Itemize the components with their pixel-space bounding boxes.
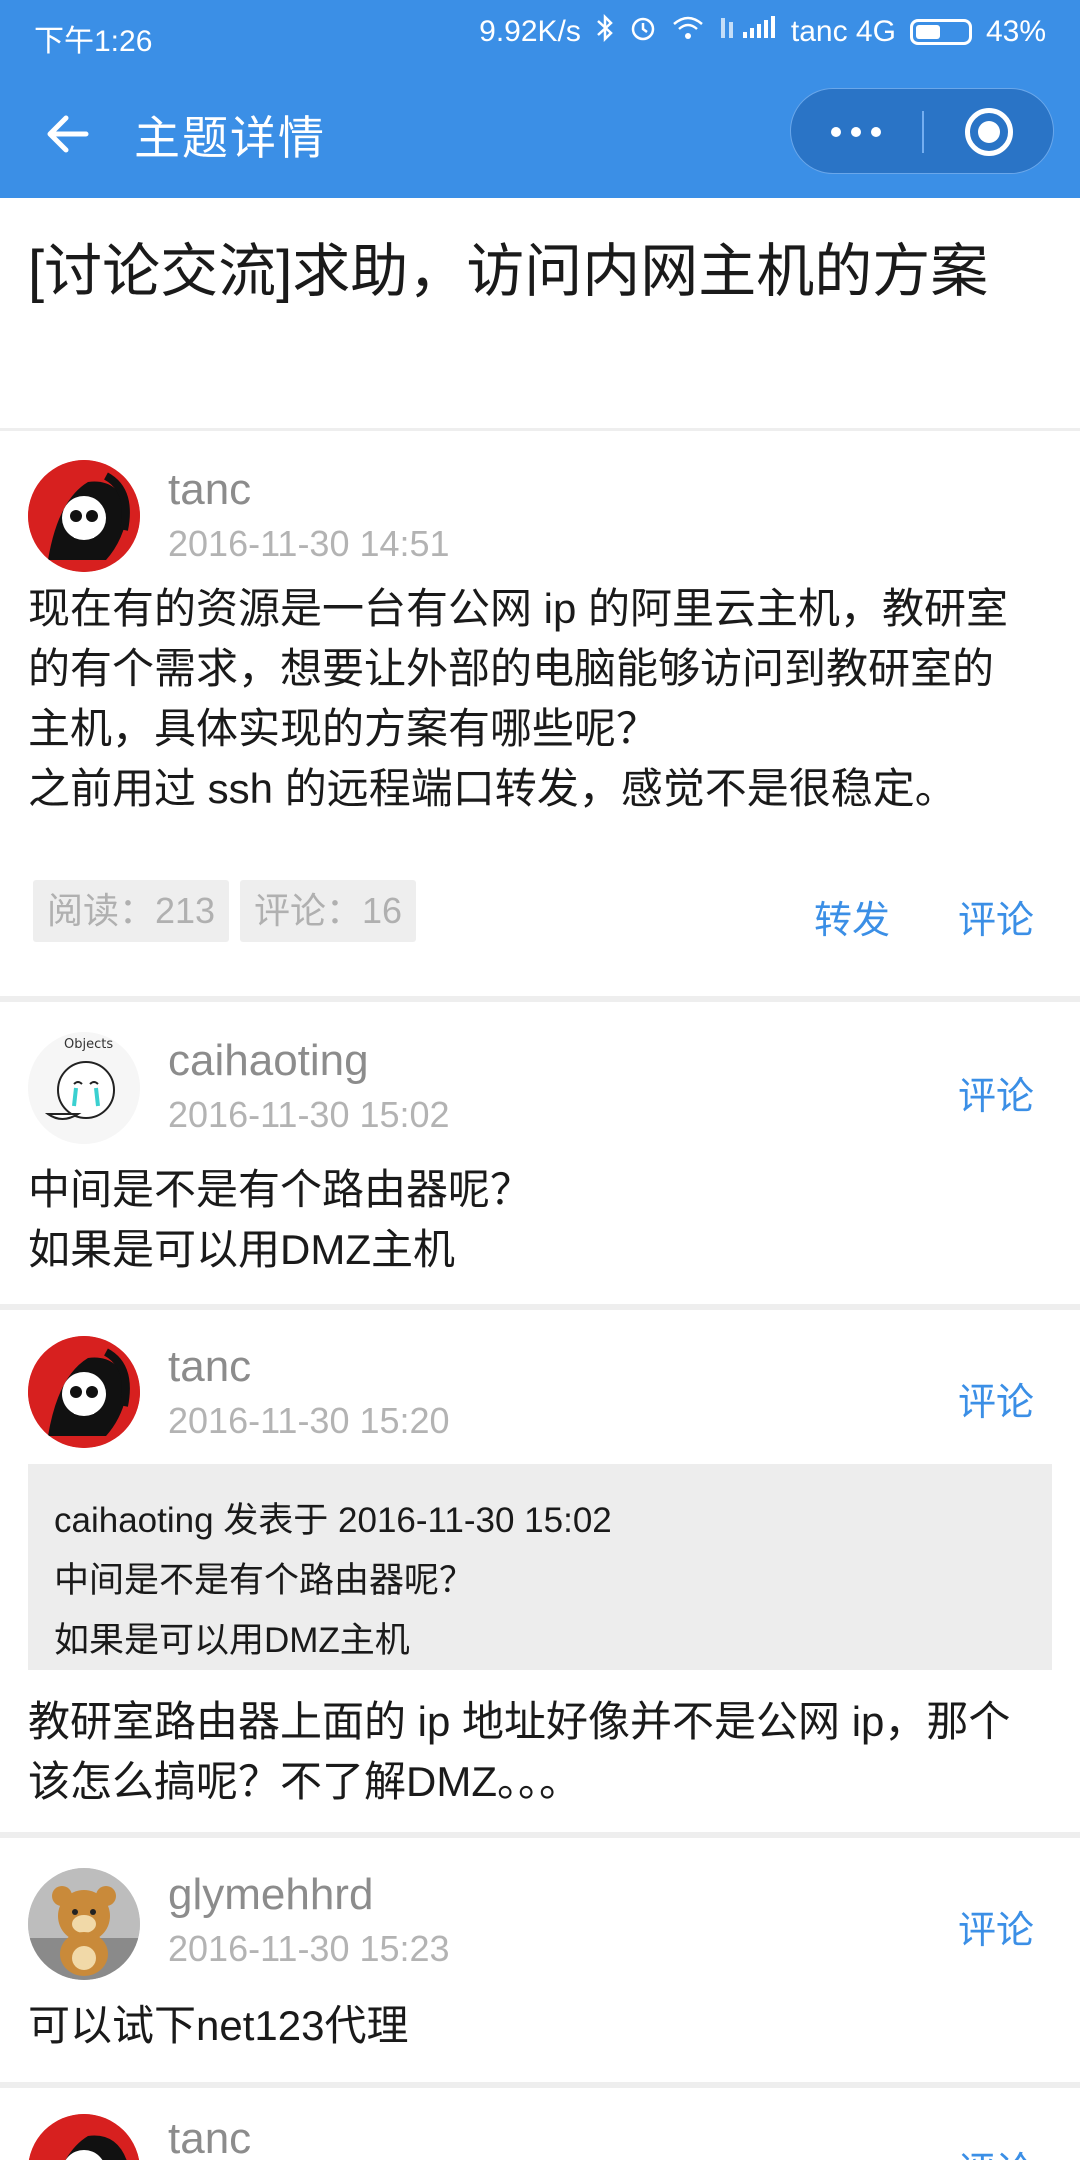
carrier-label: tanc 4G	[790, 15, 896, 48]
bluetooth-icon	[595, 13, 615, 50]
comment-button[interactable]: 评论	[958, 1899, 1034, 1954]
main-post: tanc 2016-11-30 14:51 现在有的资源是一台有公网 ip 的阿…	[0, 431, 1080, 996]
author-name: tanc	[168, 2114, 252, 2160]
author-name: glymehhrd	[168, 1870, 374, 1919]
avatar-label: Objects	[64, 1037, 113, 1052]
reply-item: tanc 评论	[0, 2088, 1080, 2160]
wifi-icon	[671, 14, 705, 50]
avatar[interactable]	[28, 460, 140, 572]
author-name: tanc	[168, 465, 252, 514]
author-name: caihaoting	[168, 1036, 369, 1085]
record-circle-icon[interactable]	[924, 89, 1054, 175]
alarm-icon	[629, 14, 657, 50]
forward-button[interactable]: 转发	[814, 889, 890, 944]
comment-button[interactable]: 评论	[958, 889, 1034, 944]
post-stats: 阅读：213 评论：16	[33, 880, 633, 942]
quote-block: caihaoting 发表于 2016-11-30 15:02 中间是不是有个路…	[28, 1464, 1052, 1670]
post-date: 2016-11-30 14:51	[168, 523, 450, 564]
status-right: 9.92K/s tanc 4G 43%	[479, 13, 1046, 50]
quote-header: caihaoting 发表于 2016-11-30 15:02	[54, 1501, 612, 1540]
network-speed: 9.92K/s	[479, 15, 581, 48]
page-title: 主题详情	[134, 112, 326, 164]
quote-line: 中间是不是有个路由器呢？	[54, 1561, 475, 1600]
read-count: 阅读：213	[33, 880, 230, 942]
status-time: 下午1:26	[34, 25, 153, 58]
reply-content: 中间是不是有个路由器呢？ 如果是可以用DMZ主机	[28, 1166, 533, 1273]
battery-percent: 43%	[985, 15, 1046, 48]
avatar[interactable]	[28, 1336, 140, 1448]
post-date: 2016-11-30 15:02	[168, 1094, 450, 1135]
signal-icon	[719, 14, 777, 50]
battery-icon	[909, 19, 972, 45]
post-content: 现在有的资源是一台有公网 ip 的阿里云主机，教研室 的有个需求，想要让外部的电…	[28, 585, 1009, 812]
top-bar: 下午1:26 9.92K/s tanc 4G 43% 主题详情	[0, 0, 1080, 198]
reply-content: 教研室路由器上面的 ip 地址好像并不是公网 ip，那个 该怎么搞呢？不了解DM…	[28, 1698, 1011, 1805]
reply-content: 可以试下net123代理	[28, 2002, 409, 2049]
avatar[interactable]: Objects	[28, 1032, 140, 1144]
comment-button[interactable]: 评论	[958, 1371, 1034, 1426]
comment-button[interactable]: 评论	[958, 2140, 1034, 2160]
status-bar: 下午1:26 9.92K/s tanc 4G 43%	[0, 0, 1080, 66]
quote-line: 如果是可以用DMZ主机	[54, 1621, 410, 1660]
avatar[interactable]	[28, 1868, 140, 1980]
reply-item: tanc 2016-11-30 15:20 评论 caihaoting 发表于 …	[0, 1310, 1080, 1832]
comment-button[interactable]: 评论	[958, 1065, 1034, 1120]
reply-item: glymehhrd 2016-11-30 15:23 评论 可以试下net123…	[0, 1838, 1080, 2082]
reply-item: Objects caihaoting 2016-11-30 15:02 评论 中…	[0, 1002, 1080, 1304]
nav-bar: 主题详情	[0, 66, 1080, 198]
back-arrow-icon[interactable]	[40, 106, 96, 162]
post-date: 2016-11-30 15:23	[168, 1928, 450, 1969]
capsule-menu	[790, 88, 1054, 174]
comment-count: 评论：16	[240, 880, 417, 942]
topic-title: [讨论交流]求助，访问内网主机的方案	[28, 239, 989, 304]
avatar[interactable]	[28, 2114, 140, 2160]
author-name: tanc	[168, 1342, 252, 1391]
post-date: 2016-11-30 15:20	[168, 1400, 450, 1441]
more-dots-icon[interactable]	[791, 89, 921, 175]
